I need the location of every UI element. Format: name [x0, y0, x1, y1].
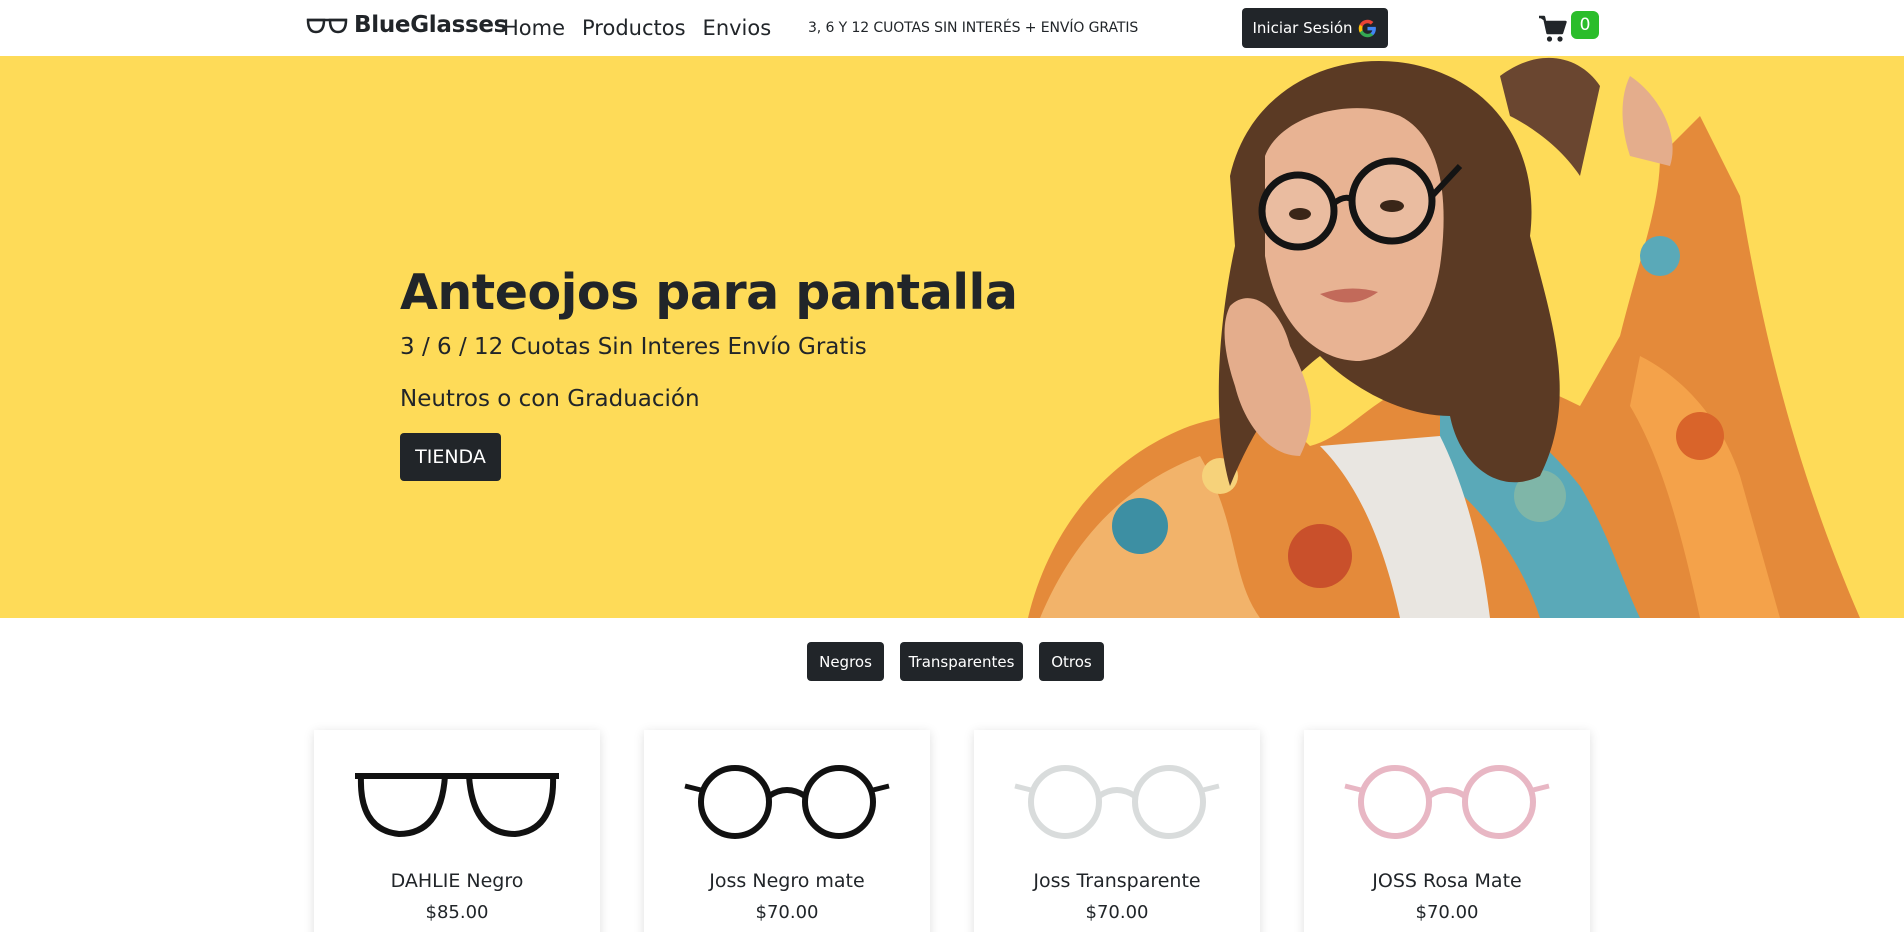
filter-transparentes-button[interactable]: Transparentes: [900, 642, 1023, 681]
filter-negros-button[interactable]: Negros: [807, 642, 884, 681]
filter-otros-button[interactable]: Otros: [1039, 642, 1104, 681]
product-grid: DAHLIE Negro $85.00 Joss Negro mate $70.…: [0, 730, 1904, 932]
nav-link-productos[interactable]: Productos: [582, 16, 686, 40]
login-button-label: Iniciar Sesión: [1252, 19, 1353, 37]
product-card[interactable]: JOSS Rosa Mate $70.00: [1304, 730, 1590, 932]
product-price: $70.00: [1085, 902, 1149, 923]
product-image: [355, 773, 559, 838]
cart-icon[interactable]: [1538, 14, 1568, 44]
nav-link-home[interactable]: Home: [503, 16, 565, 40]
hero-model-photo: [1028, 57, 1860, 618]
product-image: [1344, 765, 1550, 839]
product-image: [1014, 765, 1220, 839]
product-card[interactable]: Joss Transparente $70.00: [974, 730, 1260, 932]
glasses-logo-icon: [306, 18, 348, 34]
hero-banner: Anteojos para pantalla 3 / 6 / 12 Cuotas…: [0, 56, 1904, 618]
product-price: $85.00: [425, 902, 489, 923]
hero-subtitle: 3 / 6 / 12 Cuotas Sin Interes Envío Grat…: [400, 334, 867, 360]
product-price: $70.00: [1415, 902, 1479, 923]
shop-button[interactable]: TIENDA: [400, 433, 501, 481]
cart-count-badge: 0: [1571, 11, 1599, 39]
main-nav: Home Productos Envios: [503, 16, 788, 40]
product-card[interactable]: DAHLIE Negro $85.00: [314, 730, 600, 932]
product-name: Joss Transparente: [1033, 870, 1201, 892]
login-button[interactable]: Iniciar Sesión: [1242, 8, 1388, 48]
category-filters: Negros Transparentes Otros: [0, 642, 1904, 682]
product-price: $70.00: [755, 902, 819, 923]
product-name: Joss Negro mate: [709, 870, 865, 892]
nav-link-envios[interactable]: Envios: [703, 16, 772, 40]
promo-text: 3, 6 Y 12 CUOTAS SIN INTERÉS + ENVÍO GRA…: [808, 20, 1139, 36]
brand-logo-link[interactable]: BlueGlasses: [306, 12, 507, 38]
product-card[interactable]: Joss Negro mate $70.00: [644, 730, 930, 932]
product-name: DAHLIE Negro: [390, 870, 524, 892]
product-name: JOSS Rosa Mate: [1372, 870, 1522, 892]
navbar: BlueGlasses Home Productos Envios 3, 6 Y…: [0, 0, 1904, 56]
google-icon: [1358, 19, 1376, 37]
product-image: [684, 765, 890, 839]
brand-name: BlueGlasses: [354, 12, 508, 38]
hero-subtitle-2: Neutros o con Graduación: [400, 386, 700, 412]
hero-title: Anteojos para pantalla: [400, 264, 1018, 321]
